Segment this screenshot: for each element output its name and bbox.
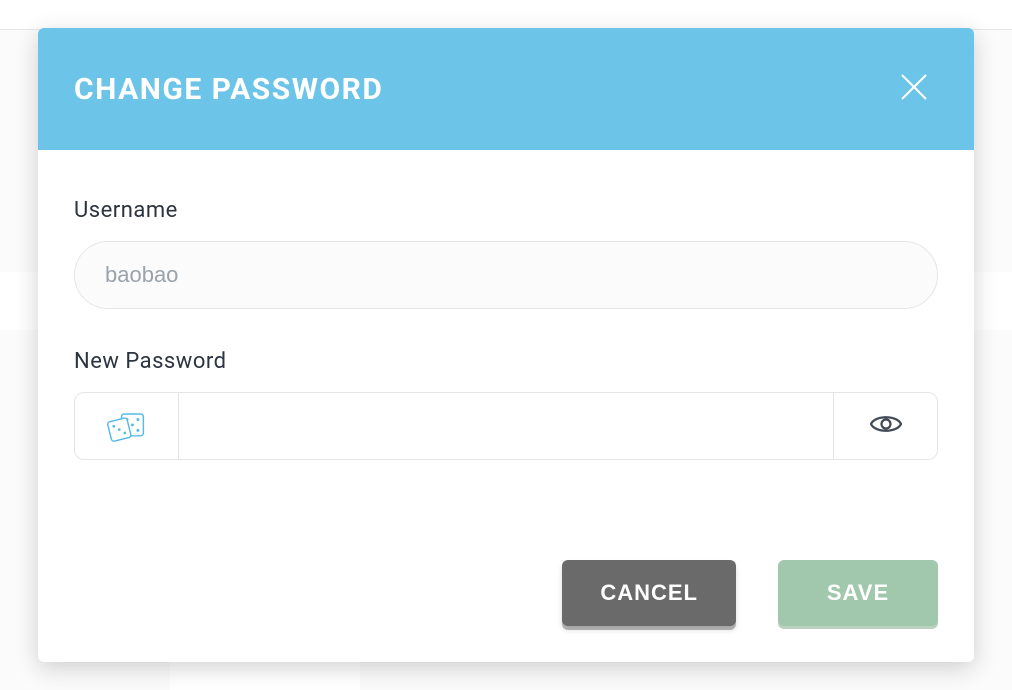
modal-footer: CANCEL SAVE bbox=[38, 532, 974, 662]
change-password-modal: CHANGE PASSWORD Username New Password bbox=[38, 28, 974, 662]
new-password-field[interactable] bbox=[178, 392, 834, 460]
modal-title: CHANGE PASSWORD bbox=[74, 72, 383, 107]
username-label: Username bbox=[74, 198, 938, 223]
modal-body: Username New Password bbox=[38, 150, 974, 532]
toggle-password-visibility-button[interactable] bbox=[834, 392, 938, 460]
eye-icon bbox=[869, 407, 903, 445]
save-button[interactable]: SAVE bbox=[778, 560, 938, 626]
generate-password-button[interactable] bbox=[74, 392, 178, 460]
username-group: Username bbox=[74, 198, 938, 309]
close-icon bbox=[898, 71, 930, 107]
new-password-group: New Password bbox=[74, 349, 938, 460]
username-field[interactable] bbox=[74, 241, 938, 309]
new-password-label: New Password bbox=[74, 349, 938, 374]
cancel-button[interactable]: CANCEL bbox=[562, 560, 736, 626]
backdrop-header-row bbox=[0, 0, 1012, 30]
new-password-input-group bbox=[74, 392, 938, 460]
modal-header: CHANGE PASSWORD bbox=[38, 28, 974, 150]
close-button[interactable] bbox=[890, 65, 938, 113]
dice-icon bbox=[107, 406, 147, 446]
